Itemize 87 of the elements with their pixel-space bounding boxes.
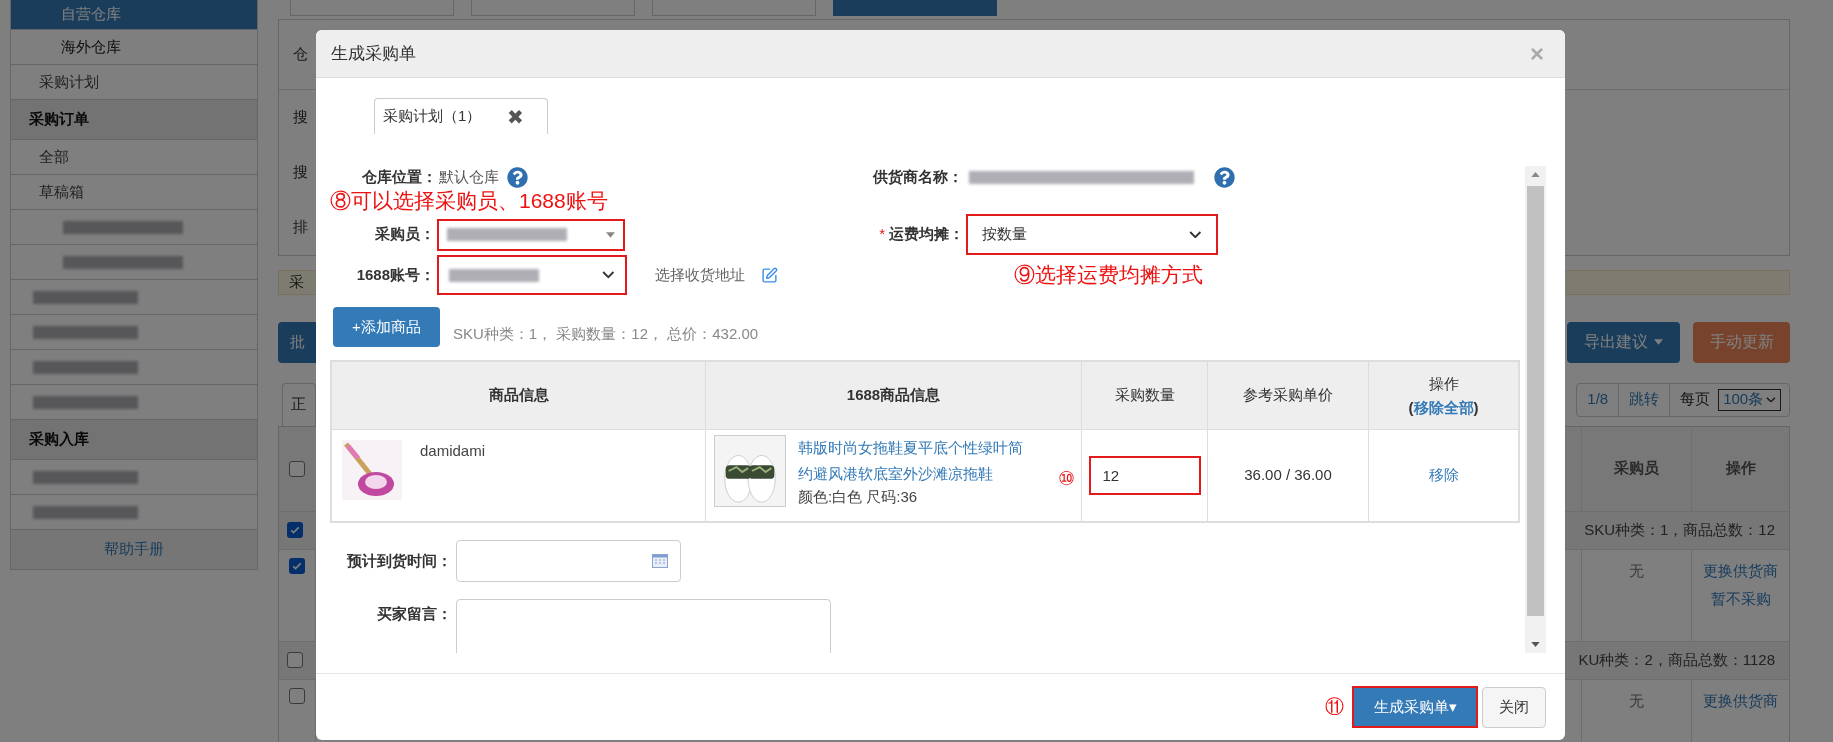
column-header: 采购员 <box>1614 458 1659 479</box>
alert-text: 采 <box>289 272 304 292</box>
annotation: ⑧可以选择采购员、1688账号 <box>330 188 608 212</box>
message-field[interactable] <box>456 599 831 653</box>
filter-label: 排 <box>293 217 308 238</box>
tab-label: 采购计划（1） <box>383 106 482 127</box>
field-label: 仓库位置： <box>362 168 437 185</box>
jump-link[interactable]: 跳转 <box>1618 383 1670 416</box>
help-icon[interactable] <box>507 166 528 188</box>
close-dialog-button[interactable]: 关闭 <box>1482 686 1546 728</box>
scroll-thumb[interactable] <box>1527 186 1544 616</box>
field-label: 供货商名称： <box>873 168 963 185</box>
action-link[interactable]: 更换供货商 <box>1703 689 1778 712</box>
group-summary: KU种类：2，商品总数：1128 <box>1578 649 1775 670</box>
checkbox[interactable] <box>287 652 303 668</box>
quantity-field[interactable]: 12 <box>1088 456 1201 495</box>
checkbox[interactable] <box>289 557 305 574</box>
table-cell: 无 <box>1629 691 1644 709</box>
sku-name: damidami <box>420 441 486 461</box>
field-label: 预计到货时间： <box>347 551 452 569</box>
address-link[interactable]: 选择收货地址 <box>655 263 745 287</box>
tab-close-button[interactable]: ✖ <box>507 101 525 132</box>
date-field[interactable] <box>456 540 681 582</box>
product-link[interactable]: 韩版时尚女拖鞋夏平底个性绿叶简约避风港软底室外沙滩凉拖鞋 <box>798 435 1034 487</box>
help-manual-link[interactable]: 帮助手册 <box>11 530 257 570</box>
bracket: ( <box>1408 397 1414 418</box>
field-value: 默认仓库 <box>439 167 499 187</box>
action-link[interactable]: 更换供货商 <box>1703 559 1778 582</box>
column-header: 1688商品信息 <box>846 385 941 406</box>
group-summary: SKU种类：1，商品总数：12 <box>1584 519 1775 540</box>
field-label: 采购员： <box>375 225 435 243</box>
column-header: 参考采购单价 <box>1243 385 1333 406</box>
chevron-icon <box>1189 230 1202 239</box>
dialog-title: 生成采购单 <box>331 42 416 65</box>
field-label: 买家留言： <box>377 605 452 622</box>
filter-label: 搜 <box>293 162 308 183</box>
caret-icon <box>606 231 615 238</box>
tab[interactable] <box>290 0 454 16</box>
sidebar-item[interactable]: 自营仓库 <box>11 0 257 30</box>
order-summary: SKU种类：1， 采购数量：12， 总价：432.00 <box>453 323 759 344</box>
checkbox[interactable] <box>287 522 303 538</box>
scroll-up-icon[interactable] <box>1531 172 1540 177</box>
scrollbar[interactable] <box>1525 166 1546 653</box>
column-header: 采购数量 <box>1114 385 1175 406</box>
scroll-down-icon[interactable] <box>1531 642 1540 647</box>
account-select[interactable] <box>437 255 627 295</box>
remove-link[interactable]: 移除 <box>1428 464 1459 487</box>
required-mark: * <box>879 224 885 245</box>
tab[interactable] <box>652 0 816 16</box>
tab[interactable] <box>833 0 997 16</box>
create-order-button[interactable]: 生成采购单▾ <box>1352 686 1478 728</box>
help-icon[interactable] <box>1214 166 1235 188</box>
freight-select[interactable]: 按数量 <box>966 214 1218 255</box>
calendar-icon <box>652 554 668 568</box>
annotation: ⑩ <box>1058 467 1075 491</box>
checkbox[interactable] <box>289 687 305 704</box>
checkbox[interactable] <box>289 460 305 477</box>
buyer-select[interactable] <box>437 218 625 251</box>
action-link[interactable]: 暂不采购 <box>1710 588 1771 611</box>
sidebar-section-header: 采购订单 <box>11 100 257 140</box>
check-icon <box>289 524 301 536</box>
bracket: ) <box>1473 397 1479 418</box>
page-indicator: 1/8 <box>1586 389 1610 410</box>
field-label: 运费均摊： <box>889 224 964 245</box>
chevron-icon <box>1766 396 1776 403</box>
edit-icon[interactable] <box>761 266 778 284</box>
field-label: 1688账号： <box>356 265 435 283</box>
export-button[interactable]: 导出建议 <box>1567 321 1680 363</box>
annotation: ⑪ <box>1325 694 1344 719</box>
column-header: 商品信息 <box>488 385 549 406</box>
tab[interactable] <box>471 0 635 16</box>
table-cell: 无 <box>1629 561 1644 579</box>
filter-label: 搜 <box>293 107 308 128</box>
remove-all-link[interactable]: 移除全部 <box>1413 395 1474 420</box>
per-page-select[interactable]: 100条 <box>1718 388 1781 411</box>
product-spec: 颜色:白色 尺码:36 <box>798 487 919 507</box>
unit-price: 36.00 / 36.00 <box>1244 465 1332 486</box>
caret-icon <box>1654 339 1663 345</box>
chevron-icon <box>602 271 615 279</box>
sidebar-section-header: 采购入库 <box>11 420 257 460</box>
column-header: 操作 <box>1725 458 1756 479</box>
add-product-button[interactable]: +添加商品 <box>333 307 440 347</box>
tab[interactable]: 采购计划（1） ✖ <box>374 98 548 134</box>
annotation: ⑨选择运费均摊方式 <box>1014 263 1203 287</box>
column-header: 操作 <box>1428 373 1459 394</box>
filter-label: 仓 <box>293 44 308 65</box>
per-page-label: 每页 <box>1669 383 1711 416</box>
